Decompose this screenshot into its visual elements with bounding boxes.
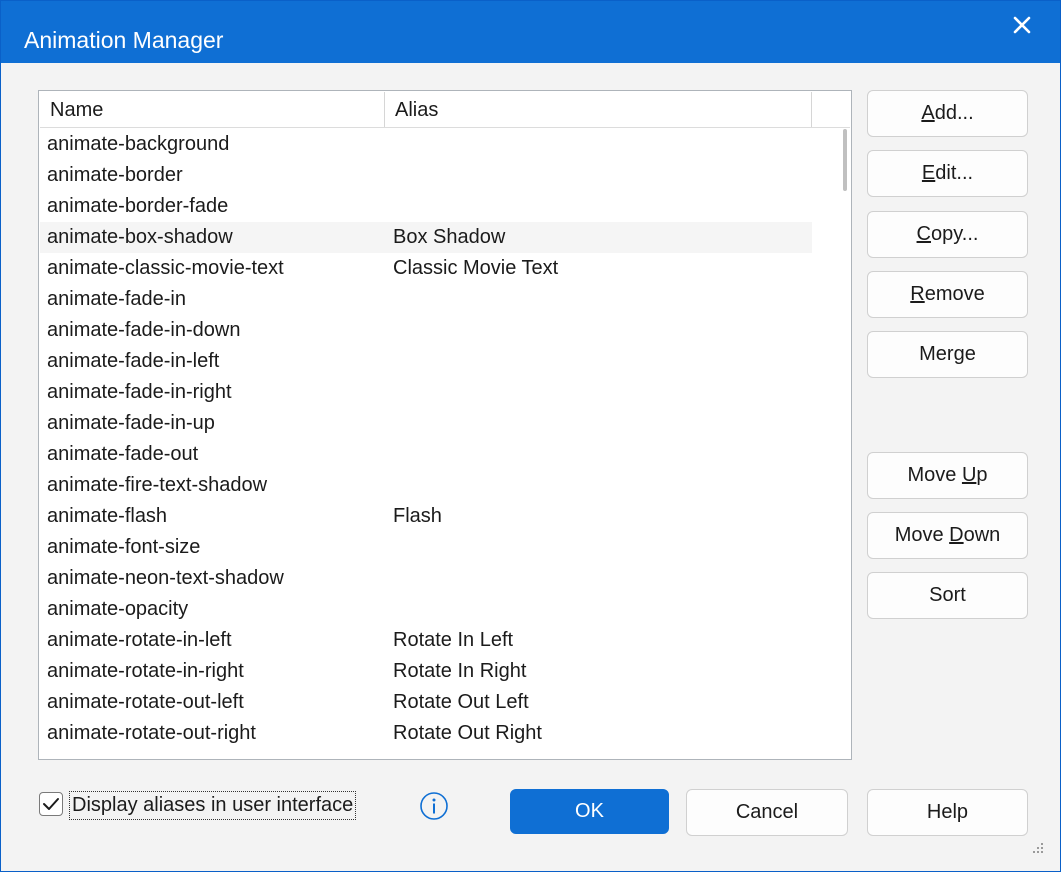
list-row[interactable]: animate-fade-in-right xyxy=(40,377,812,408)
list-row[interactable]: animate-fire-text-shadow xyxy=(40,470,812,501)
animations-list[interactable]: Name Alias animate-background animate-bor… xyxy=(38,90,852,760)
list-row[interactable]: animate-fade-in-left xyxy=(40,346,812,377)
list-row[interactable]: animate-box-shadow Box Shadow xyxy=(40,222,812,253)
row-name-cell: animate-font-size xyxy=(47,536,201,558)
close-icon xyxy=(1013,16,1031,34)
edit-button-mnemonic: E xyxy=(921,162,936,184)
list-row[interactable]: animate-fade-in xyxy=(40,284,812,315)
help-button[interactable]: Help xyxy=(867,789,1028,836)
row-alias-cell: Rotate In Right xyxy=(393,660,527,682)
display-aliases-checkbox[interactable] xyxy=(39,792,63,816)
list-header: Name Alias xyxy=(40,92,850,128)
list-row[interactable]: animate-neon-text-shadow xyxy=(40,563,812,594)
row-name-cell: animate-opacity xyxy=(47,598,189,620)
checkmark-icon xyxy=(43,798,59,810)
row-alias-cell: Box Shadow xyxy=(393,226,506,248)
ok-button[interactable]: OK xyxy=(510,789,669,834)
resize-grip-icon[interactable] xyxy=(1027,839,1047,859)
add-button-mnemonic: A xyxy=(921,102,935,124)
info-button[interactable] xyxy=(419,791,449,821)
row-name-cell: animate-fade-in-up xyxy=(47,412,215,434)
list-row[interactable]: animate-rotate-out-right Rotate Out Right xyxy=(40,718,812,749)
row-name-cell: animate-neon-text-shadow xyxy=(47,567,284,589)
row-name-cell: animate-flash xyxy=(47,505,168,527)
list-rows: animate-background animate-border animate-… xyxy=(40,129,812,759)
vertical-scrollbar[interactable] xyxy=(843,129,849,759)
list-row[interactable]: animate-fade-in-down xyxy=(40,315,812,346)
list-row[interactable]: animate-fade-in-up xyxy=(40,408,812,439)
row-name-cell: animate-fade-in-left xyxy=(47,350,220,372)
animation-manager-dialog: Animation Manager Name Alias animate-bac… xyxy=(0,0,1061,872)
list-row[interactable]: animate-rotate-in-left Rotate In Left xyxy=(40,625,812,656)
copy-button-mnemonic: C xyxy=(916,223,931,245)
column-header-alias[interactable]: Alias xyxy=(385,92,812,127)
row-name-cell: animate-rotate-in-right xyxy=(47,660,244,682)
cancel-button[interactable]: Cancel xyxy=(686,789,848,836)
list-row[interactable]: animate-rotate-in-right Rotate In Right xyxy=(40,656,812,687)
row-name-cell: animate-fade-in-right xyxy=(47,381,232,403)
list-row[interactable]: animate-rotate-out-left Rotate Out Left xyxy=(40,687,812,718)
row-alias-cell: Rotate In Left xyxy=(393,629,514,651)
dialog-title: Animation Manager xyxy=(24,27,224,53)
list-row[interactable]: animate-font-size xyxy=(40,532,812,563)
row-name-cell: animate-box-shadow xyxy=(47,226,233,248)
list-row[interactable]: animate-fade-out xyxy=(40,439,812,470)
scrollbar-thumb[interactable] xyxy=(843,129,847,191)
row-alias-cell: Rotate Out Right xyxy=(393,722,542,744)
row-name-cell: animate-rotate-out-left xyxy=(47,691,244,713)
list-row[interactable]: animate-border xyxy=(40,160,812,191)
row-name-cell: animate-rotate-in-left xyxy=(47,629,232,651)
sort-button[interactable]: Sort xyxy=(867,572,1028,619)
close-button[interactable] xyxy=(1004,7,1040,43)
column-header-filler xyxy=(812,92,850,127)
edit-button[interactable]: Edit... xyxy=(867,150,1028,197)
row-alias-cell: Classic Movie Text xyxy=(393,257,559,279)
display-aliases-label[interactable]: Display aliases in user interface xyxy=(69,791,357,820)
row-name-cell: animate-fade-in-down xyxy=(47,319,241,341)
row-name-cell: animate-rotate-out-right xyxy=(47,722,256,744)
move-down-button-mnemonic: D xyxy=(949,524,964,546)
list-row[interactable]: animate-opacity xyxy=(40,594,812,625)
list-row[interactable]: animate-background xyxy=(40,129,812,160)
row-name-cell: animate-fade-in xyxy=(47,288,186,310)
add-button[interactable]: Add... xyxy=(867,90,1028,137)
title-bar: Animation Manager xyxy=(1,1,1060,63)
info-icon xyxy=(420,792,448,820)
row-name-cell: animate-fade-out xyxy=(47,443,199,465)
remove-button[interactable]: Remove xyxy=(867,271,1028,318)
row-name-cell: animate-border-fade xyxy=(47,195,229,217)
list-row[interactable]: animate-classic-movie-text Classic Movie … xyxy=(40,253,812,284)
list-row[interactable]: animate-flash Flash xyxy=(40,501,812,532)
copy-button[interactable]: Copy... xyxy=(867,211,1028,258)
row-alias-cell: Flash xyxy=(393,505,442,527)
row-alias-cell: Rotate Out Left xyxy=(393,691,529,713)
row-name-cell: animate-border xyxy=(47,164,183,186)
row-name-cell: animate-background xyxy=(47,133,230,155)
row-name-cell: animate-fire-text-shadow xyxy=(47,474,268,496)
list-row[interactable]: animate-border-fade xyxy=(40,191,812,222)
move-down-button[interactable]: Move Down xyxy=(867,512,1028,559)
merge-button[interactable]: Merge xyxy=(867,331,1028,378)
move-up-button-mnemonic: U xyxy=(961,464,977,486)
row-name-cell: animate-classic-movie-text xyxy=(47,257,284,279)
move-up-button[interactable]: Move Up xyxy=(867,452,1028,499)
column-header-name[interactable]: Name xyxy=(40,92,385,127)
remove-button-mnemonic: R xyxy=(910,283,925,305)
